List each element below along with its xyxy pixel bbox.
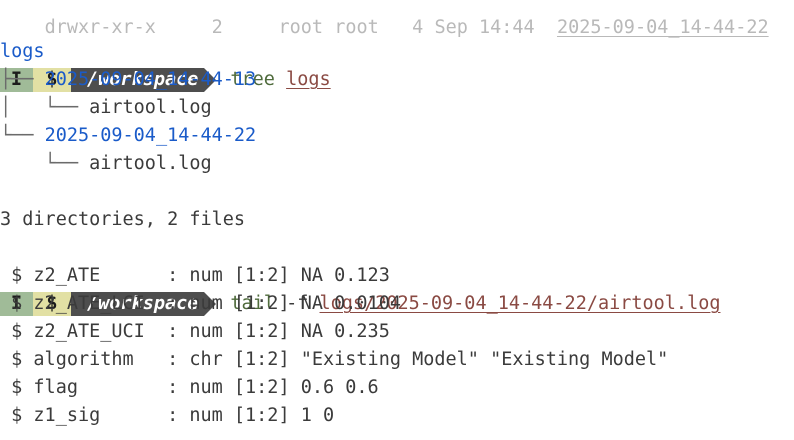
- output-line: $ z2_ATE : num [1:2] NA 0.123: [0, 265, 390, 286]
- tree-item: ├── 2025-09-04_14-44-13: [0, 66, 256, 94]
- output-line: $ z2_ATE_LCI : num [1:2] NA 0.0104: [0, 293, 401, 314]
- output-line: $ z2_ATE_UCI : num [1:2] NA 0.235: [0, 321, 390, 342]
- tree-branch: ├──: [0, 69, 45, 90]
- tree-branch: └──: [0, 125, 45, 146]
- tree-summary: 3 directories, 2 files: [0, 209, 246, 230]
- prompt-line-1: I $ /workspace tree logs: [0, 10, 331, 92]
- tree-dir-name: 2025-09-04_14-44-22: [44, 125, 257, 146]
- output-line: $ flag : num [1:2] 0.6 0.6: [0, 377, 379, 398]
- tree-item: │ └── airtool.log: [0, 94, 212, 122]
- tree-branch: └──: [0, 153, 90, 174]
- output-line: $ algorithm : chr [1:2] "Existing Model"…: [0, 349, 669, 370]
- prompt-line-2: I $ /workspace tail -f logs/2025-09-04_1…: [0, 234, 720, 316]
- listing-date: 4 Sep 14:44: [412, 17, 535, 38]
- tree-dir-name: 2025-09-04_14-44-13: [44, 69, 257, 90]
- tree-file-name: airtool.log: [89, 153, 212, 174]
- output-line: $ z1_sig : num [1:2] 1 0: [0, 405, 335, 426]
- tree-branch: │ └──: [0, 97, 90, 118]
- tree-file-name: airtool.log: [89, 97, 212, 118]
- tree-item: └── airtool.log: [0, 150, 212, 178]
- command-arg: logs: [286, 69, 331, 90]
- tree-root: logs: [0, 41, 45, 62]
- terminal-window[interactable]: drwxr-xr-x 2 root root 4 Sep 14:44 2025-…: [0, 0, 794, 440]
- listing-name: 2025-09-04_14-44-22: [556, 17, 769, 38]
- tree-item: └── 2025-09-04_14-44-22: [0, 122, 256, 150]
